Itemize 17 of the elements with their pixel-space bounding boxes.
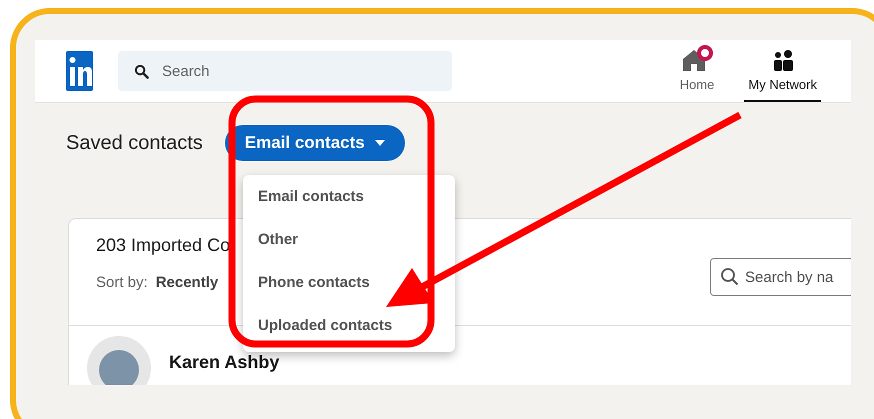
search-field[interactable]: Search by na <box>710 258 851 296</box>
logo-icon[interactable] <box>66 51 93 91</box>
filter-dropdown-button[interactable]: Email contacts <box>224 125 405 161</box>
search-field[interactable]: Search <box>118 51 452 91</box>
page-title: Saved contacts <box>66 132 203 154</box>
menu-item[interactable]: Phone contacts <box>258 270 370 296</box>
menu-item[interactable]: Email contacts <box>258 184 364 210</box>
nav-item[interactable]: My Network <box>744 40 821 102</box>
sort-label: Sort by: <box>96 274 148 291</box>
menu-item[interactable]: Uploaded contacts <box>258 313 392 339</box>
caret-icon <box>374 140 385 146</box>
menu-item[interactable]: Other <box>258 227 298 253</box>
sort-value[interactable]: Recently <box>156 274 218 291</box>
nav-item[interactable]: Home <box>676 40 718 102</box>
contact-name[interactable]: Karen Ashby <box>169 352 280 373</box>
card-title: 203 Imported Co <box>96 235 230 256</box>
home-icon <box>680 45 714 73</box>
